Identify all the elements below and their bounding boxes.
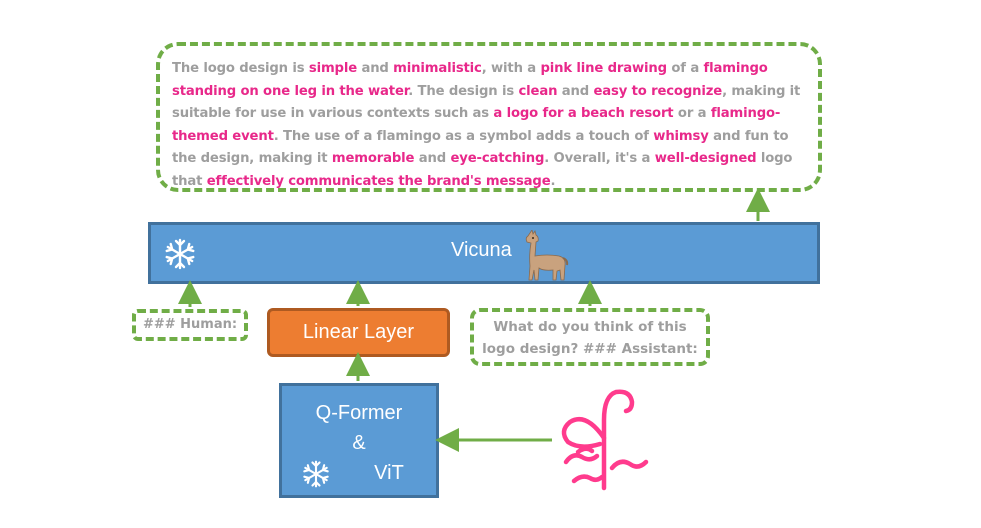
flamingo-logo [561,389,649,491]
